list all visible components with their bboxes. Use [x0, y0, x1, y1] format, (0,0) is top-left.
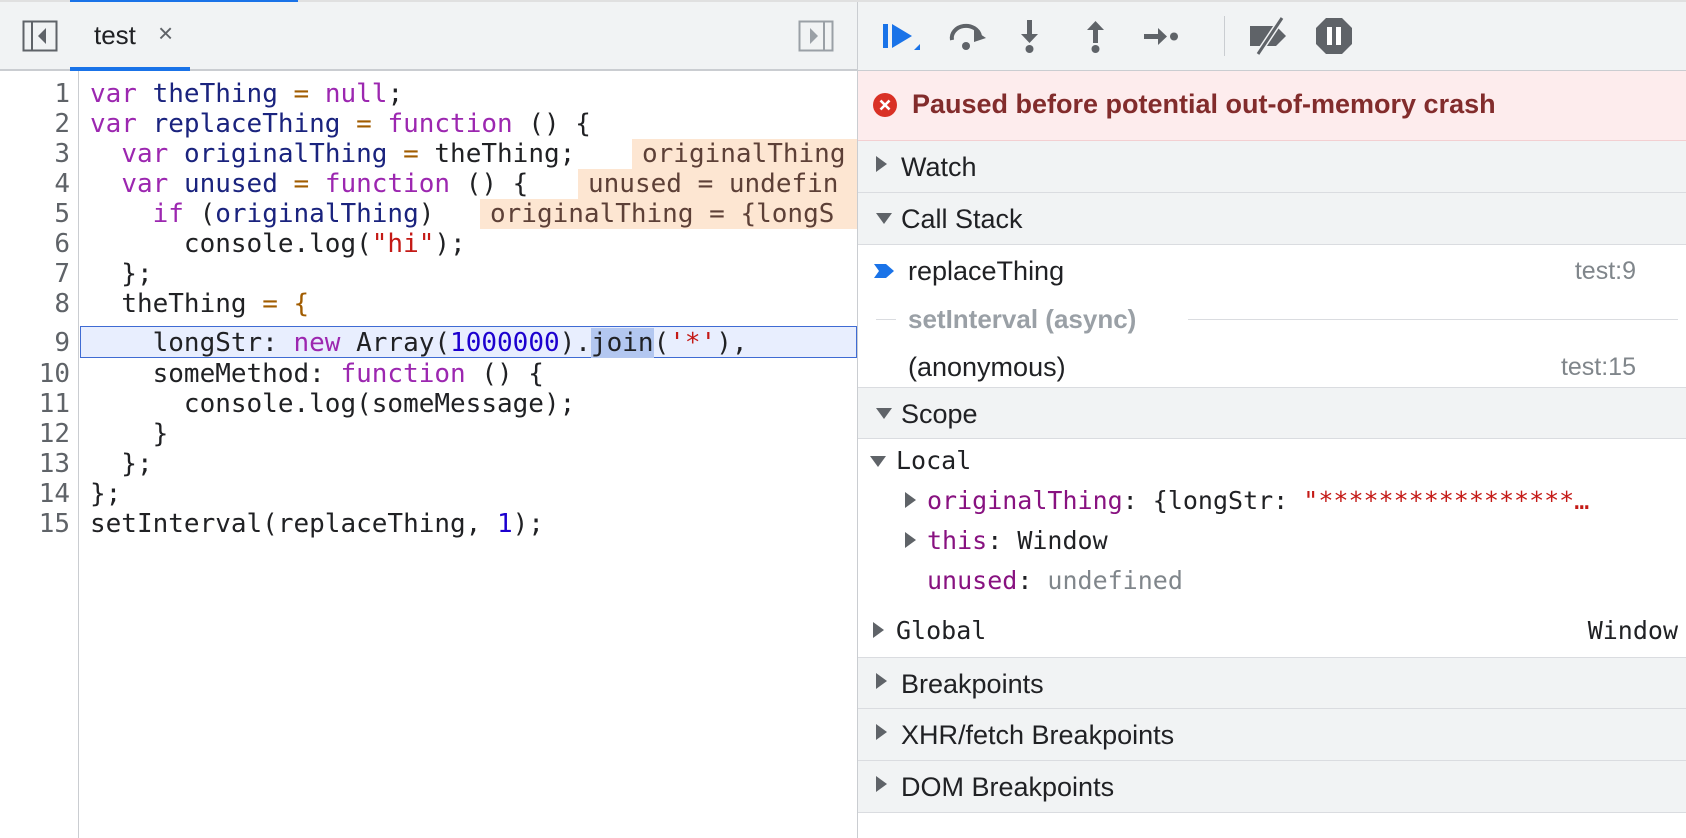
line-number[interactable]: 7 — [0, 258, 70, 290]
code-line: } — [90, 419, 169, 449]
frame-name: (anonymous) — [908, 352, 1066, 382]
line-number-gutter: 1 2 3 4 5 6 7 8 9 10 11 12 13 14 15 — [0, 71, 79, 838]
property-name: this — [927, 526, 988, 555]
code-line: var unused = function () { — [121, 169, 529, 199]
error-icon — [873, 93, 897, 117]
section-title: Watch — [901, 152, 977, 182]
code-line: someMethod: function () { — [90, 359, 544, 389]
section-scope[interactable]: Scope — [858, 387, 1686, 439]
expand-arrow-icon — [905, 532, 916, 548]
call-frame[interactable]: (anonymous) test:15 — [858, 342, 1686, 392]
step-over-icon[interactable] — [946, 16, 986, 56]
property-name: unused — [927, 566, 1018, 595]
line-number[interactable]: 11 — [0, 388, 70, 420]
section-call-stack[interactable]: Call Stack — [858, 193, 1686, 245]
code-line: console.log("hi"); — [90, 229, 466, 259]
frame-name: replaceThing — [908, 256, 1065, 286]
async-label: setInterval (async) — [908, 304, 1137, 334]
inline-value: originalThing — [632, 139, 857, 169]
code-line: var originalThing = theThing; — [121, 139, 576, 169]
line-number[interactable]: 6 — [0, 228, 70, 260]
section-title: Breakpoints — [901, 669, 1044, 699]
scope-entry[interactable]: unused: undefined — [858, 562, 1686, 602]
section-title: Scope — [901, 399, 978, 429]
section-title: Call Stack — [901, 204, 1023, 234]
line-number[interactable]: 9 — [0, 327, 70, 359]
line-number[interactable]: 10 — [0, 358, 70, 390]
inline-value: originalThing = {longS — [480, 199, 857, 229]
frame-location[interactable]: test:15 — [1561, 353, 1636, 382]
scope-entry[interactable]: this: Window — [858, 522, 1686, 562]
async-separator: setInterval (async) — [858, 296, 1686, 342]
close-icon[interactable]: × — [158, 18, 173, 49]
step-icon[interactable] — [1140, 16, 1180, 56]
line-number[interactable]: 8 — [0, 288, 70, 320]
code-line: }; — [90, 259, 153, 289]
line-number[interactable]: 1 — [0, 78, 70, 110]
expand-arrow-icon — [876, 724, 887, 740]
code-line: theThing = { — [121, 289, 310, 319]
code-line: }; — [90, 449, 153, 479]
code-line: console.log(someMessage); — [90, 389, 576, 419]
collapse-arrow-icon — [876, 408, 892, 419]
toggle-debugger-sidebar-icon[interactable] — [798, 20, 834, 52]
scope-local[interactable]: Local — [858, 442, 1686, 482]
inline-value: unused = undefin — [578, 169, 857, 199]
code-line: var replaceThing = function () { — [90, 109, 591, 139]
collapse-arrow-icon — [876, 213, 892, 224]
section-title: DOM Breakpoints — [901, 772, 1115, 802]
line-number[interactable]: 13 — [0, 448, 70, 480]
code-area[interactable]: var theThing = null; var replaceThing = … — [80, 71, 857, 838]
debugger-sidebar: Paused before potential out-of-memory cr… — [857, 2, 1686, 838]
source-editor: test × 1 2 3 4 5 6 7 8 9 10 11 12 13 14 15 var theThin… — [0, 2, 857, 838]
code-line: }; — [90, 479, 122, 509]
section-dom-breakpoints[interactable]: DOM Breakpoints — [858, 761, 1686, 813]
resume-icon[interactable] — [880, 16, 920, 56]
editor-tabbar: test × — [0, 2, 857, 71]
line-number[interactable]: 3 — [0, 138, 70, 170]
current-frame-arrow-icon — [872, 260, 896, 282]
line-number[interactable]: 4 — [0, 168, 70, 200]
scope-entry[interactable]: originalThing: {longStr: "**************… — [858, 482, 1686, 522]
call-frame-current[interactable]: replaceThing test:9 — [858, 246, 1686, 296]
section-watch[interactable]: Watch — [858, 141, 1686, 193]
tab-test[interactable]: test × — [70, 2, 190, 71]
scope-label: Local — [896, 446, 972, 475]
section-breakpoints[interactable]: Breakpoints — [858, 657, 1686, 709]
code-line: setInterval(replaceThing, 1); — [90, 509, 544, 539]
expand-arrow-icon — [905, 492, 916, 508]
expand-arrow-icon — [876, 156, 887, 172]
section-xhr-breakpoints[interactable]: XHR/fetch Breakpoints — [858, 709, 1686, 761]
step-into-icon[interactable] — [1010, 16, 1050, 56]
expand-arrow-icon — [876, 776, 887, 792]
line-number[interactable]: 5 — [0, 198, 70, 230]
code-line: if (originalThing) — [152, 199, 435, 229]
toolbar-separator — [1224, 16, 1225, 56]
step-out-icon[interactable] — [1076, 16, 1116, 56]
paused-message: Paused before potential out-of-memory cr… — [912, 89, 1496, 119]
code-line-current: longStr: new Array(1000000).join('*'), — [90, 328, 748, 358]
global-value: Window — [1587, 616, 1678, 645]
line-number[interactable]: 15 — [0, 508, 70, 540]
frame-location[interactable]: test:9 — [1575, 257, 1636, 286]
tab-label: test — [94, 20, 136, 50]
line-number[interactable]: 12 — [0, 418, 70, 450]
line-number[interactable]: 2 — [0, 108, 70, 140]
collapse-arrow-icon — [870, 456, 886, 467]
debugger-toolbar — [858, 2, 1686, 71]
line-number[interactable]: 14 — [0, 478, 70, 510]
property-name: originalThing — [927, 486, 1123, 515]
section-title: XHR/fetch Breakpoints — [901, 720, 1175, 750]
scope-global[interactable]: Global Window — [858, 612, 1686, 652]
paused-message-banner: Paused before potential out-of-memory cr… — [858, 71, 1686, 141]
expand-arrow-icon — [873, 622, 884, 638]
deactivate-breakpoints-icon[interactable] — [1246, 16, 1294, 56]
pause-on-exceptions-icon[interactable] — [1314, 16, 1354, 56]
scope-label: Global — [896, 616, 987, 645]
code-line: var theThing = null; — [90, 79, 404, 109]
toggle-navigator-icon[interactable] — [22, 20, 58, 52]
expand-arrow-icon — [876, 673, 887, 689]
